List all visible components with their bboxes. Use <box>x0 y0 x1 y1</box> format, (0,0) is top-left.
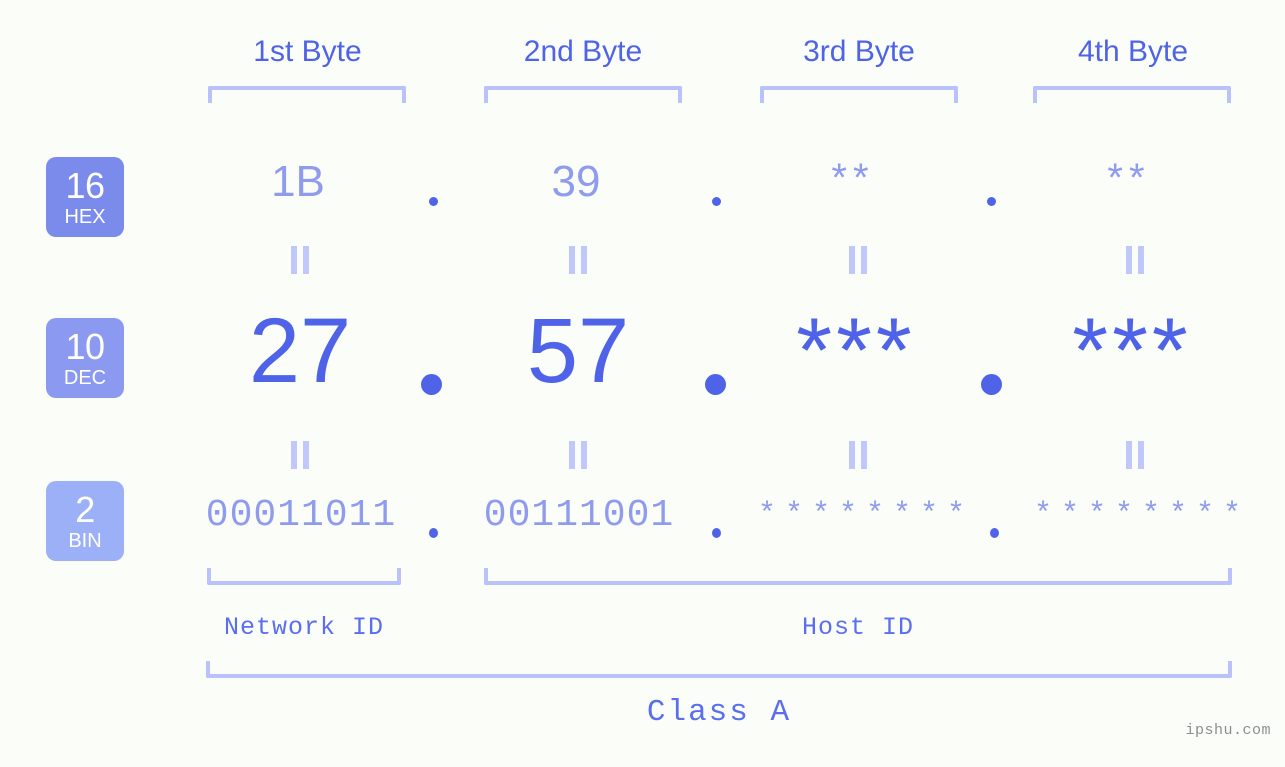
byte-bracket-2 <box>484 86 682 103</box>
network-id-bracket <box>207 568 401 585</box>
dec-byte-1: 27 <box>248 300 352 402</box>
bin-dot-separator-2 <box>712 528 721 538</box>
notation-badge-hex-number: 16 <box>65 164 105 206</box>
equals-icon-hex-dec-1 <box>288 246 312 274</box>
byte-bracket-3 <box>760 86 958 103</box>
bin-byte-2: 00111001 <box>483 494 675 537</box>
dec-byte-4: *** <box>1072 300 1192 402</box>
dec-dot-separator-2 <box>705 374 726 395</box>
equals-icon-dec-bin-4 <box>1123 441 1147 469</box>
host-id-bracket <box>484 568 1232 585</box>
dec-dot-separator-1 <box>421 374 442 395</box>
watermark: ipshu.com <box>1185 722 1271 739</box>
equals-icon-dec-bin-2 <box>566 441 590 469</box>
host-id-label: Host ID <box>801 613 915 642</box>
dec-byte-2: 57 <box>526 300 630 402</box>
byte-header-label-1: 1st Byte <box>253 35 362 68</box>
dec-byte-3: *** <box>796 300 916 402</box>
hex-dot-separator-3 <box>987 197 996 206</box>
bin-dot-separator-3 <box>990 528 999 538</box>
notation-badge-bin: 2 BIN <box>46 481 124 561</box>
ip-address-diagram: 1st Byte 2nd Byte 3rd Byte 4th Byte 16 H… <box>0 0 1285 767</box>
equals-icon-hex-dec-2 <box>566 246 590 274</box>
class-bracket <box>206 661 1232 678</box>
hex-byte-3: ** <box>831 156 875 200</box>
equals-icon-hex-dec-4 <box>1123 246 1147 274</box>
byte-bracket-4 <box>1033 86 1231 103</box>
notation-badge-dec-number: 10 <box>65 325 105 367</box>
network-id-label: Network ID <box>223 613 385 642</box>
equals-icon-hex-dec-3 <box>846 246 870 274</box>
notation-badge-hex-base: HEX <box>64 205 106 228</box>
hex-byte-1: 1B <box>271 157 325 206</box>
notation-badge-dec: 10 DEC <box>46 318 124 398</box>
dec-dot-separator-3 <box>981 374 1002 395</box>
bin-byte-3: ******** <box>758 498 975 532</box>
bin-dot-separator-1 <box>429 528 438 538</box>
bin-byte-4: ******** <box>1034 498 1251 532</box>
hex-dot-separator-1 <box>429 197 438 206</box>
hex-dot-separator-2 <box>712 197 721 206</box>
notation-badge-bin-number: 2 <box>75 488 95 530</box>
hex-byte-4: ** <box>1107 156 1151 200</box>
byte-header-label-4: 4th Byte <box>1077 35 1189 68</box>
hex-byte-2: 39 <box>551 157 601 206</box>
class-label: Class A <box>646 695 792 730</box>
bin-byte-1: 00011011 <box>205 494 397 537</box>
notation-badge-hex: 16 HEX <box>46 157 124 237</box>
byte-header-label-2: 2nd Byte <box>523 35 643 68</box>
equals-icon-dec-bin-1 <box>288 441 312 469</box>
equals-icon-dec-bin-3 <box>846 441 870 469</box>
notation-badge-bin-base: BIN <box>68 529 102 552</box>
byte-header-label-3: 3rd Byte <box>803 35 915 68</box>
notation-badge-dec-base: DEC <box>63 366 107 389</box>
byte-bracket-1 <box>208 86 406 103</box>
